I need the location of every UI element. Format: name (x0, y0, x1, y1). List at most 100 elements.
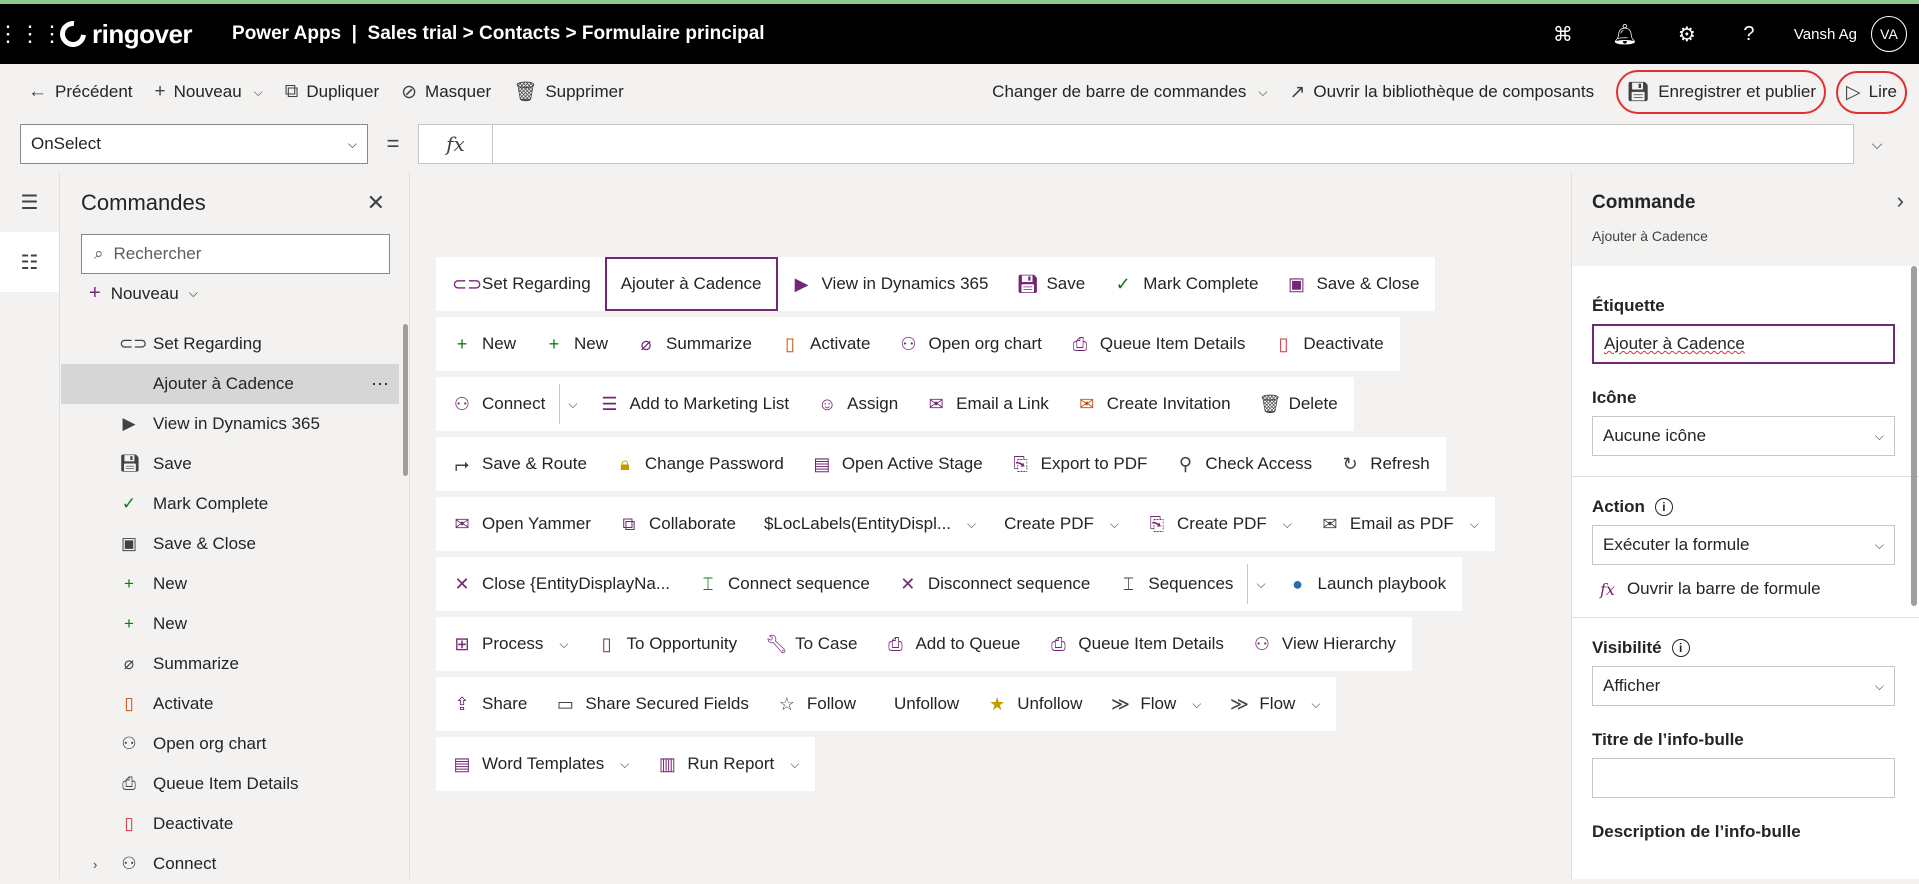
canvas-command-button[interactable]: ✕ Disconnect sequence (884, 557, 1105, 611)
scrollbar[interactable] (403, 324, 408, 476)
canvas-command-button[interactable]: + New (530, 317, 622, 371)
list-item[interactable]: ⊂⊃ Set Regarding (61, 324, 399, 364)
delete-button[interactable]: 🗑︎ Supprimer (513, 80, 624, 104)
canvas-command-button[interactable]: ⇪ Share (438, 677, 541, 731)
list-item[interactable]: + New (61, 564, 399, 604)
canvas-command-button[interactable]: ★ Unfollow (973, 677, 1096, 731)
canvas-command-button[interactable]: Unfollow (870, 677, 973, 731)
expand-formula-icon[interactable]: ⌵ (1854, 136, 1900, 153)
search-input[interactable]: ⌕ Rechercher (81, 234, 390, 274)
canvas-command-button[interactable]: Ajouter à Cadence (604, 257, 778, 311)
canvas-command-button[interactable]: ≫ Flow ⌵ (1215, 677, 1334, 731)
app-launcher-icon[interactable]: ⋮⋮⋮ (0, 21, 63, 47)
list-item[interactable]: ▶ View in Dynamics 365 (61, 404, 399, 444)
scrollbar[interactable] (1911, 266, 1917, 606)
back-button[interactable]: ← Précédent (28, 81, 133, 103)
list-item[interactable]: ▯ Activate (61, 684, 399, 724)
canvas-command-button[interactable]: ⎙ Queue Item Details (1056, 317, 1260, 371)
canvas-command-button[interactable]: ↻ Refresh (1326, 437, 1444, 491)
canvas-command-button[interactable]: ▤ Open Active Stage (798, 437, 997, 491)
canvas-command-button[interactable]: ☰ Add to Marketing List (585, 377, 803, 431)
canvas-command-button[interactable]: ⮣ Save & Route (438, 437, 601, 491)
chevron-right-icon[interactable]: › (93, 857, 97, 872)
canvas-command-button[interactable]: ⚇ View Hierarchy (1238, 617, 1410, 671)
canvas-command-button[interactable]: ▤ Word Templates ⌵ (438, 737, 643, 791)
canvas-command-button[interactable]: ☺ Assign (803, 377, 912, 431)
canvas-command-button[interactable]: ☆ Follow (763, 677, 870, 731)
list-item[interactable]: ✓ Mark Complete (61, 484, 399, 524)
canvas-command-button[interactable]: ✉ Create Invitation (1063, 377, 1245, 431)
canvas-command-button[interactable]: ✓ Mark Complete (1099, 257, 1272, 311)
canvas-command-button[interactable]: ⌶ Sequences (1104, 557, 1247, 611)
canvas-command-button[interactable]: $LocLabels(EntityDispl... ⌵ (750, 497, 990, 551)
canvas-command-button[interactable]: ▣ Save & Close (1272, 257, 1433, 311)
canvas-command-button[interactable]: ✕ Close {EntityDisplayNa... (438, 557, 684, 611)
new-command-button[interactable]: + Nouveau ⌵ (89, 282, 198, 305)
fx-icon[interactable]: fx (418, 124, 492, 164)
canvas-command-button[interactable]: 🗑︎ Delete (1245, 377, 1352, 431)
avatar[interactable]: VA (1871, 16, 1907, 52)
canvas-command-button[interactable]: ✉ Email a Link (912, 377, 1063, 431)
canvas-command-button[interactable]: ⌀ Summarize (622, 317, 766, 371)
formula-input[interactable] (492, 124, 1854, 164)
more-options-icon[interactable]: ⋯ (371, 374, 389, 395)
canvas-command-button[interactable]: + New (438, 317, 530, 371)
close-icon[interactable]: ✕ (367, 190, 385, 216)
icon-dropdown[interactable]: Aucune icône ⌵ (1592, 416, 1895, 456)
duplicate-button[interactable]: ⧉ Dupliquer (285, 81, 379, 103)
canvas-command-button[interactable]: ⚇ Open org chart (884, 317, 1055, 371)
canvas-command-button[interactable]: ● Launch playbook (1274, 557, 1461, 611)
canvas-command-button[interactable]: 💾︎ Save (1002, 257, 1099, 311)
tooltip-title-field[interactable] (1592, 758, 1895, 798)
canvas-command-button[interactable]: ⎘ Create PDF ⌵ (1133, 497, 1306, 551)
canvas-command-button[interactable]: 🔧︎ To Case (751, 617, 871, 671)
environment-icon[interactable]: ⌘ (1546, 22, 1580, 47)
canvas-command-button[interactable]: ⧉ Collaborate (605, 497, 750, 551)
save-publish-button[interactable]: 💾︎ Enregistrer et publier (1626, 80, 1816, 104)
canvas-command-button[interactable]: ⚇ Connect (438, 377, 559, 431)
list-item[interactable]: ▣ Save & Close (61, 524, 399, 564)
hide-button[interactable]: ⊘ Masquer (401, 81, 491, 104)
gear-icon[interactable]: ⚙ (1670, 22, 1704, 47)
canvas-command-button[interactable]: ⎙ Queue Item Details (1034, 617, 1238, 671)
list-item[interactable]: + New (61, 604, 399, 644)
canvas-command-button[interactable]: 🔒︎ Change Password (601, 437, 798, 491)
canvas-command-button[interactable]: ▯ Deactivate (1259, 317, 1397, 371)
split-chevron-button[interactable]: ⌵ (560, 377, 585, 431)
open-component-library-button[interactable]: ↗ Ouvrir la bibliothèque de composants (1289, 81, 1594, 104)
visibility-dropdown[interactable]: Afficher ⌵ (1592, 666, 1895, 706)
canvas-command-button[interactable]: ⚲ Check Access (1161, 437, 1326, 491)
list-item[interactable]: 💾︎ Save (61, 444, 399, 484)
canvas-command-button[interactable]: ▶ View in Dynamics 365 (778, 257, 1003, 311)
canvas-command-button[interactable]: ✉ Email as PDF ⌵ (1306, 497, 1493, 551)
canvas-command-button[interactable]: ⌶ Connect sequence (684, 557, 884, 611)
list-item[interactable]: ⚇ Open org chart (61, 724, 399, 764)
canvas-command-button[interactable]: ▯ To Opportunity (583, 617, 752, 671)
tree-view-icon[interactable]: ☷ (0, 232, 59, 292)
play-button[interactable]: ▷ Lire (1846, 81, 1897, 104)
info-icon[interactable]: i (1654, 498, 1673, 516)
help-icon[interactable]: ? (1732, 23, 1766, 46)
chevron-right-icon[interactable]: › (1897, 188, 1904, 214)
list-item[interactable]: Ajouter à Cadence ⋯ (61, 364, 399, 404)
canvas-command-button[interactable]: ⊞ Process ⌵ (438, 617, 583, 671)
canvas-command-button[interactable]: ▯ Activate (766, 317, 884, 371)
split-chevron-button[interactable]: ⌵ (1248, 557, 1273, 611)
canvas-command-button[interactable]: ⎙ Add to Queue (871, 617, 1034, 671)
info-icon[interactable]: i (1671, 639, 1690, 657)
canvas-command-button[interactable]: ⎘ Export to PDF (997, 437, 1162, 491)
canvas-command-button[interactable]: ✉ Open Yammer (438, 497, 605, 551)
canvas-command-button[interactable]: Create PDF ⌵ (990, 497, 1133, 551)
list-item[interactable]: ⎙ Queue Item Details (61, 764, 399, 804)
canvas-command-button[interactable]: ▥ Run Report ⌵ (643, 737, 813, 791)
open-formula-bar-link[interactable]: fx Ouvrir la barre de formule (1592, 579, 1900, 599)
action-dropdown[interactable]: Exécuter la formule ⌵ (1592, 525, 1895, 565)
bell-icon[interactable]: 🔔︎ (1608, 22, 1642, 47)
canvas-command-button[interactable]: ⊂⊃ Set Regarding (438, 257, 605, 311)
label-field[interactable]: Ajouter à Cadence (1592, 324, 1895, 364)
list-item[interactable]: ▯ Deactivate (61, 804, 399, 844)
canvas-command-button[interactable]: ≫ Flow ⌵ (1096, 677, 1215, 731)
property-dropdown[interactable]: OnSelect ⌵ (20, 124, 368, 164)
hamburger-icon[interactable]: ☰ (0, 172, 59, 232)
list-item[interactable]: › ⚇ Connect (61, 844, 399, 884)
